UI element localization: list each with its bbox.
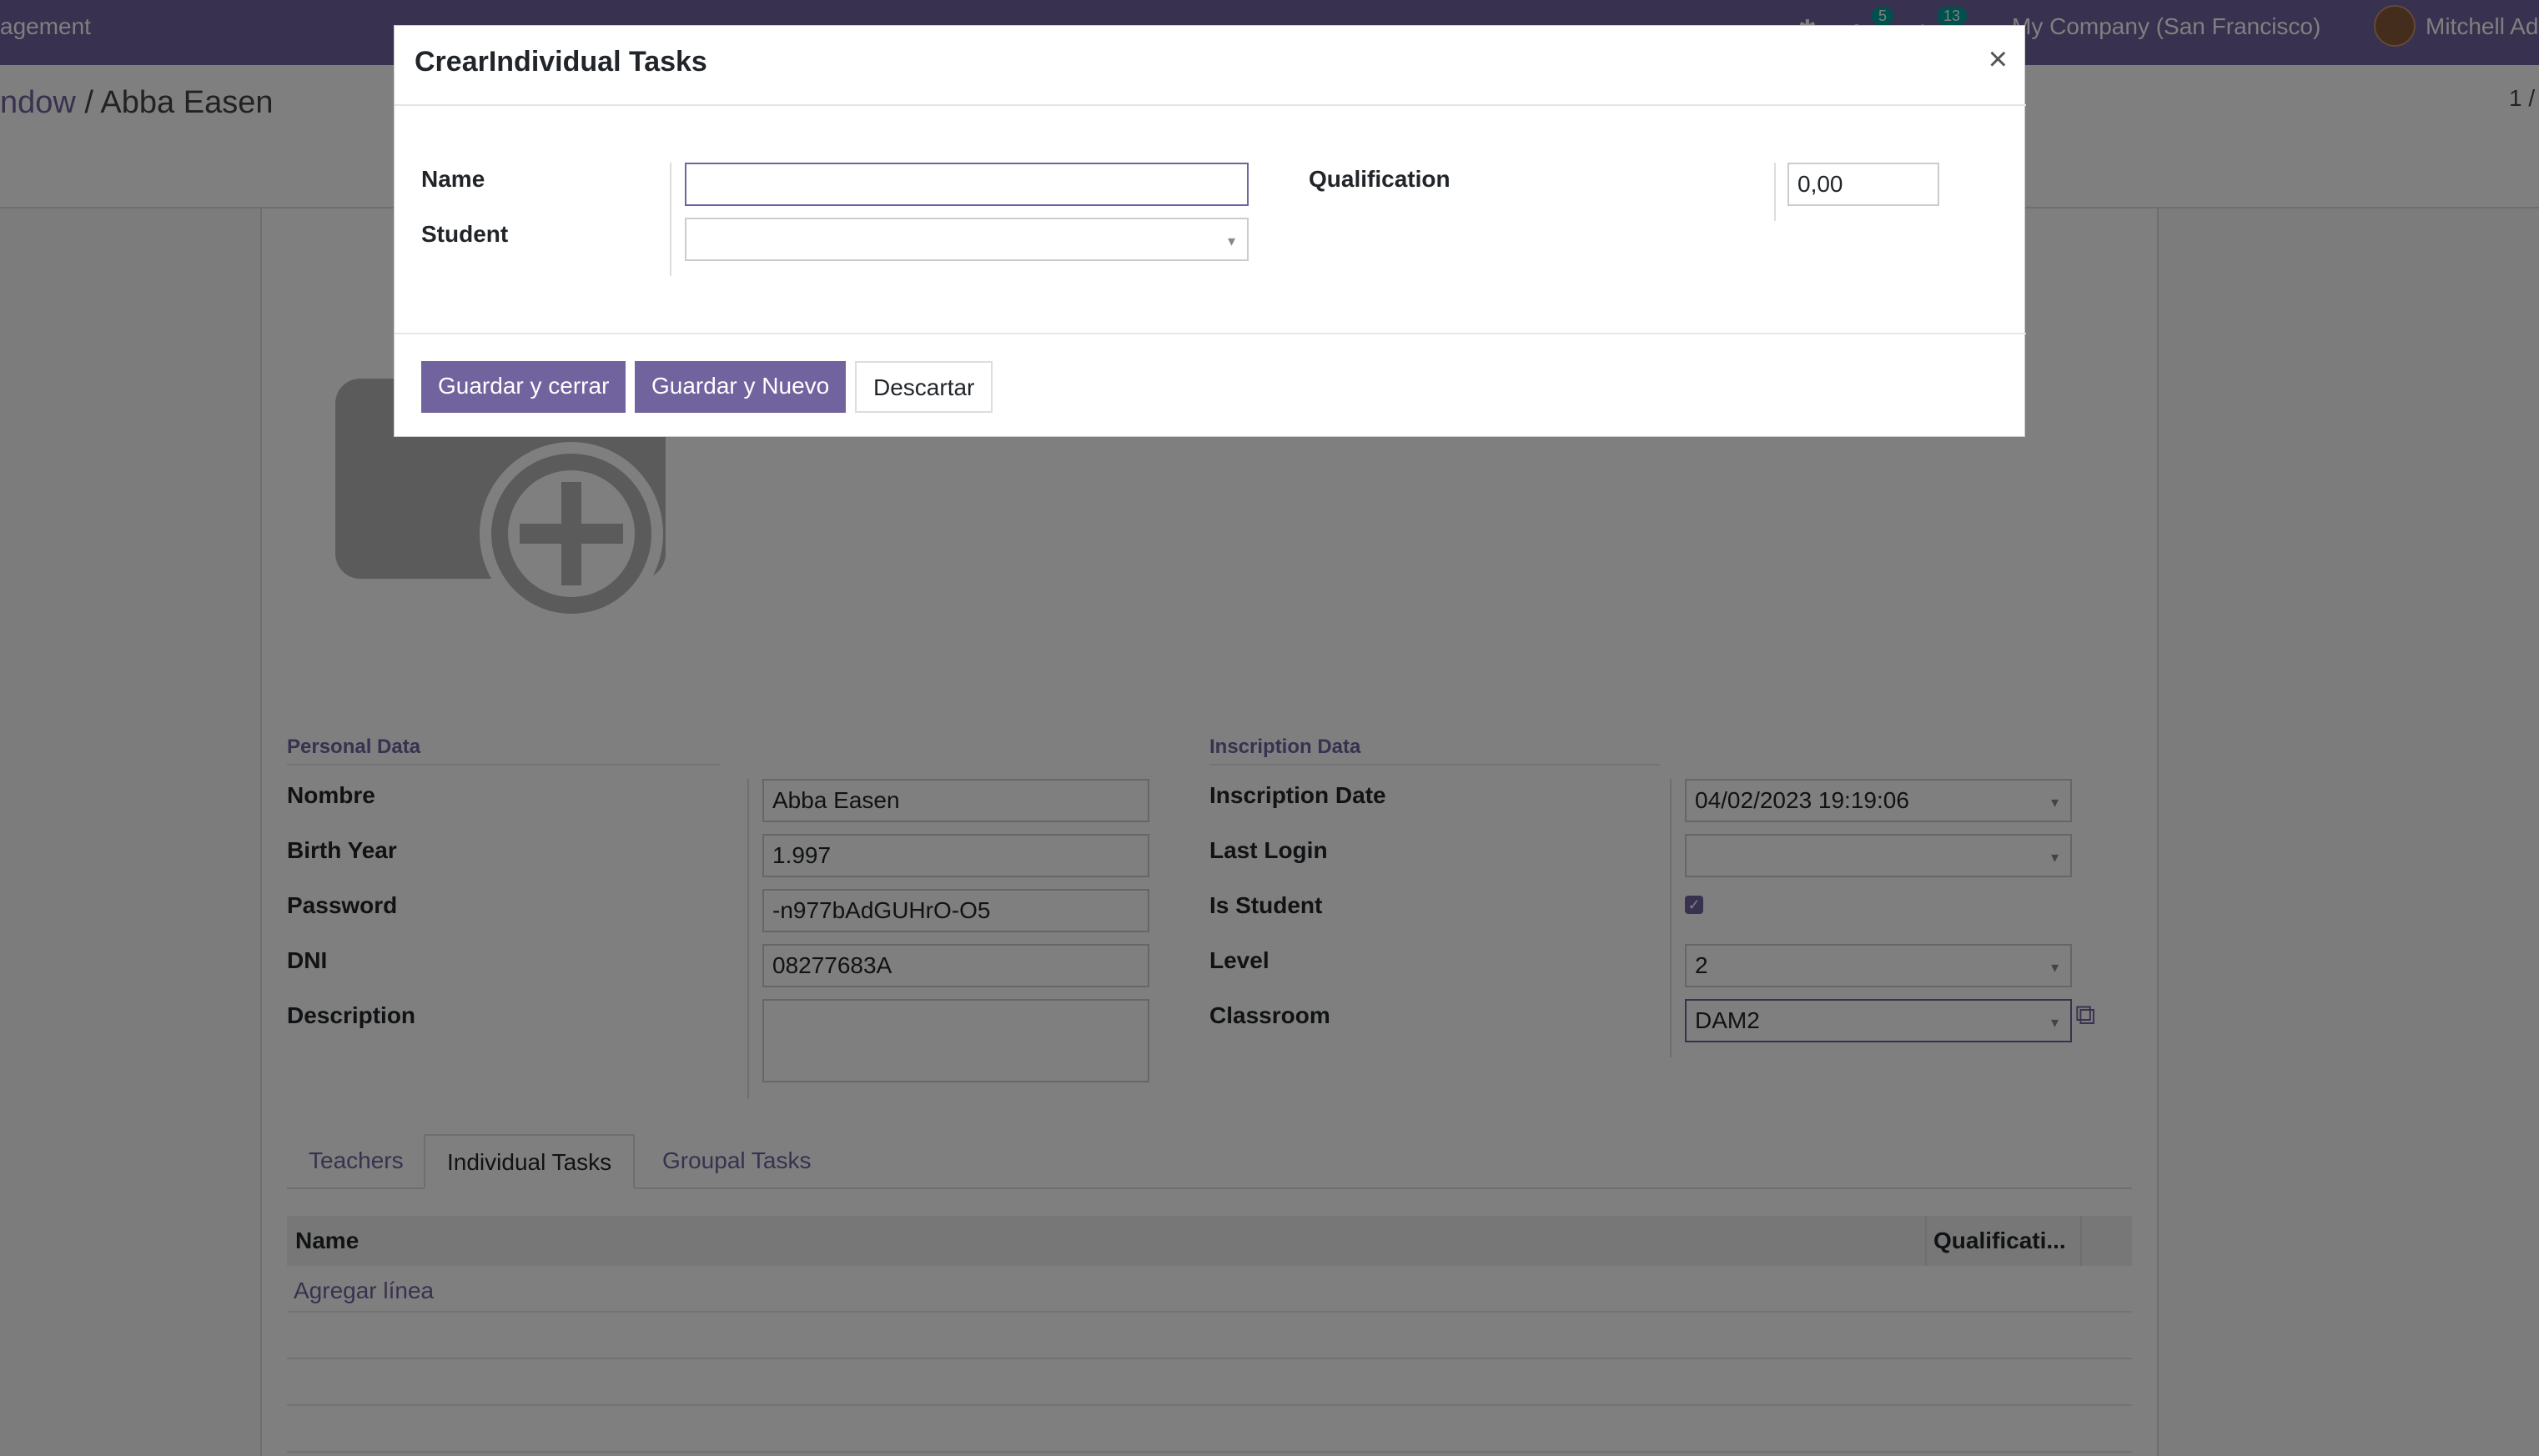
- modal-title: CrearIndividual Tasks: [415, 46, 707, 78]
- name-input[interactable]: [685, 163, 1249, 206]
- save-new-button[interactable]: Guardar y Nuevo: [635, 361, 847, 413]
- save-close-button[interactable]: Guardar y cerrar: [421, 361, 626, 413]
- qualification-input[interactable]: 0,00: [1787, 163, 1939, 206]
- separator: [1774, 163, 1776, 221]
- student-field[interactable]: ▾: [685, 218, 1249, 261]
- modal-footer: Guardar y cerrar Guardar y Nuevo Descart…: [395, 333, 2026, 438]
- chevron-down-icon: ▾: [1227, 233, 1235, 249]
- create-dialog: CrearIndividual Tasks × Name Student ▾ Q…: [394, 25, 2026, 438]
- qualification-label: Qualification: [1309, 166, 1450, 192]
- student-label: Student: [421, 221, 509, 247]
- modal-header: CrearIndividual Tasks ×: [395, 26, 2026, 106]
- discard-button[interactable]: Descartar: [855, 361, 993, 413]
- close-icon[interactable]: ×: [1988, 43, 2008, 76]
- name-label: Name: [421, 166, 485, 192]
- separator: [670, 163, 671, 276]
